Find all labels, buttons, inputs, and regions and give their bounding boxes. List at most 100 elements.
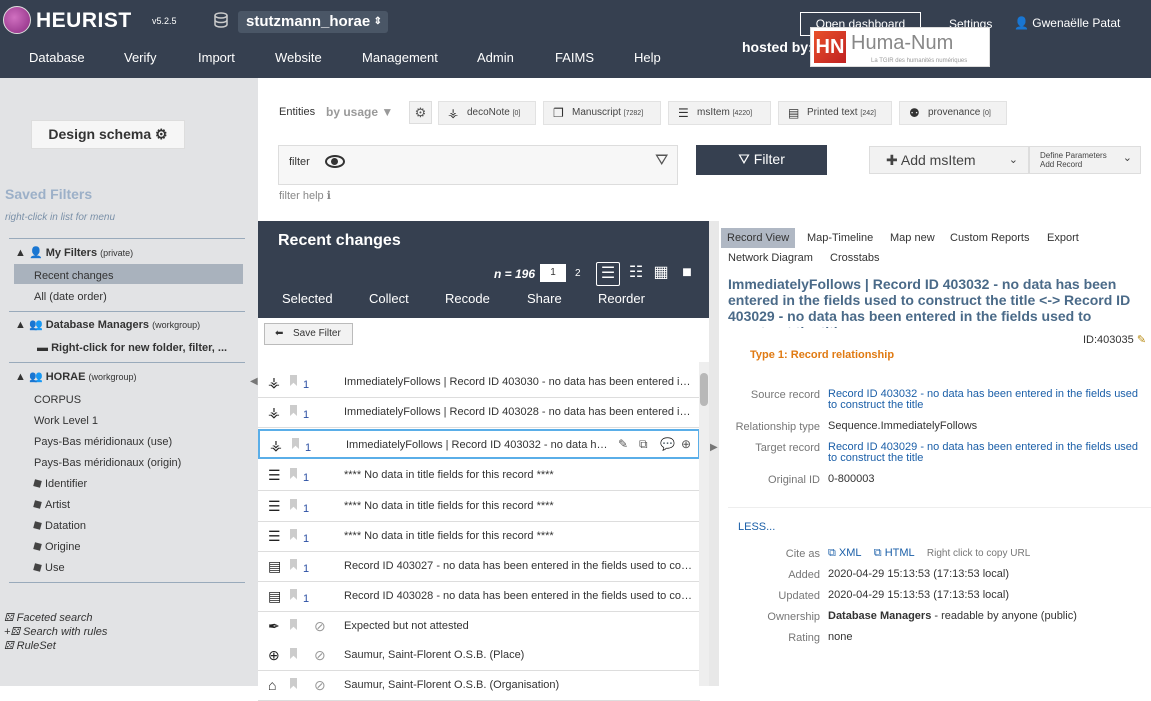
result-row[interactable]: ⌂ ⊘ Saumur, Saint-Florent O.S.B. (Organisa…	[258, 671, 700, 701]
collapse-left-arrow-icon[interactable]: ◀	[250, 376, 258, 387]
filter-all-date-order[interactable]: All (date order)	[34, 291, 107, 303]
bookmark-icon[interactable]	[290, 648, 297, 659]
result-row[interactable]: ▤ 1 Record ID 403028 - no data has been en…	[258, 582, 700, 612]
ruleset-use[interactable]: Use	[33, 562, 65, 574]
tab-network-diagram[interactable]: Network Diagram	[722, 248, 819, 268]
filter-corpus[interactable]: CORPUS	[34, 394, 81, 406]
bookmark-icon[interactable]	[290, 499, 297, 510]
field-value-source[interactable]: Record ID 403032 - no data has been ente…	[828, 389, 1148, 411]
pencil-icon[interactable]: ✎	[1137, 334, 1146, 346]
bookmark-icon[interactable]	[290, 405, 297, 416]
tab-map-new[interactable]: Map new	[884, 228, 941, 248]
result-row[interactable]: ⚶ 1 ImmediatelyFollows | Record ID 403028 …	[258, 398, 700, 428]
filter-help-link[interactable]: filter help ℹ	[279, 189, 331, 202]
bookmark-icon[interactable]	[290, 529, 297, 540]
ruleset-identifier[interactable]: Identifier	[33, 478, 87, 490]
result-row[interactable]: ☰ 1 **** No data in title fields for this …	[258, 492, 700, 522]
save-filter-button[interactable]: ⬅ Save Filter	[264, 323, 353, 345]
entity-settings-button[interactable]: ⚙	[409, 101, 432, 124]
horae-group[interactable]: ▲ 👥 HORAE (workgroup)	[15, 370, 137, 383]
eye-icon[interactable]	[325, 155, 345, 168]
filter-work-level-1[interactable]: Work Level 1	[34, 415, 98, 427]
view-single-icon[interactable]: ■	[675, 262, 699, 286]
view-list-thumb-icon[interactable]: ☷	[624, 262, 648, 286]
bookmark-icon[interactable]	[290, 375, 297, 386]
search-with-rules-link[interactable]: +⚄ Search with rules	[4, 625, 107, 638]
user-menu[interactable]: 👤 Gwenaëlle Patat	[1014, 16, 1120, 30]
nav-database[interactable]: Database	[29, 50, 85, 65]
result-row[interactable]: ⚶ 1 ImmediatelyFollows | Record ID 403030 …	[258, 368, 700, 398]
result-row[interactable]: ☰ 1 **** No data in title fields for this …	[258, 461, 700, 491]
result-row[interactable]: ☰ 1 **** No data in title fields for this …	[258, 522, 700, 552]
tab-map-timeline[interactable]: Map-Timeline	[801, 228, 879, 248]
view-grid-icon[interactable]: ▦	[649, 262, 673, 286]
bookmark-icon[interactable]	[290, 619, 297, 630]
action-selected[interactable]: Selected	[282, 291, 333, 306]
bookmark-icon[interactable]	[290, 468, 297, 479]
bookmark-icon[interactable]	[290, 678, 297, 689]
page-next[interactable]: 2	[575, 268, 581, 279]
nav-website[interactable]: Website	[275, 50, 322, 65]
define-parameters-button[interactable]: Define Parameters Add Record ⌄	[1029, 146, 1141, 174]
less-toggle[interactable]: LESS...	[738, 521, 775, 533]
tab-custom-reports[interactable]: Custom Reports	[944, 228, 1035, 248]
my-filters-group[interactable]: ▲ 👤 My Filters (private)	[15, 246, 133, 259]
add-circle-icon[interactable]: ⊕	[681, 437, 691, 451]
filter-recent-changes[interactable]: Recent changes	[34, 270, 114, 282]
filter-pays-bas-use[interactable]: Pays-Bas méridionaux (use)	[34, 436, 172, 448]
nav-management[interactable]: Management	[362, 50, 438, 65]
funnel-dropdown-icon[interactable]: ⛛	[655, 152, 668, 170]
db-managers-group[interactable]: ▲ 👥 Database Managers (workgroup)	[15, 318, 200, 331]
bookmark-icon[interactable]	[292, 438, 299, 449]
nav-verify[interactable]: Verify	[124, 50, 157, 65]
tab-export[interactable]: Export	[1041, 228, 1085, 248]
nav-import[interactable]: Import	[198, 50, 235, 65]
result-row[interactable]: ⊕ ⊘ Saumur, Saint-Florent O.S.B. (Place)	[258, 641, 700, 671]
humanum-logo[interactable]: HN Huma-Num La TGIR des humanités numéri…	[810, 27, 990, 67]
action-share[interactable]: Share	[527, 291, 562, 306]
results-count: n = 196	[494, 267, 536, 281]
design-schema-button[interactable]: Design schema ⚙	[31, 120, 185, 149]
add-record-button[interactable]: ✚ Add msItem ⌄	[869, 146, 1029, 174]
filter-button[interactable]: ⛛ Filter	[696, 145, 827, 175]
page-current[interactable]: 1	[540, 264, 566, 282]
bookmark-icon[interactable]	[290, 559, 297, 570]
action-recode[interactable]: Recode	[445, 291, 490, 306]
expand-right-arrow-icon[interactable]: ▶	[710, 442, 718, 453]
entity-button-provenance[interactable]: ⚉ provenance [0]	[899, 101, 1007, 125]
entity-button-msitem[interactable]: ☰ msItem [4220]	[668, 101, 771, 125]
nav-faims[interactable]: FAIMS	[555, 50, 594, 65]
result-row[interactable]: ⚶ 1 ImmediatelyFollows | Record ID 403032 …	[258, 429, 700, 459]
xml-link[interactable]: ⧉ XML	[828, 547, 862, 559]
by-usage-dropdown[interactable]: by usage ▼	[326, 105, 393, 119]
view-list-icon[interactable]: ☰	[596, 262, 620, 286]
action-collect[interactable]: Collect	[369, 291, 409, 306]
html-link[interactable]: ⧉ HTML	[874, 547, 915, 559]
results-scrollbar-thumb[interactable]	[700, 373, 708, 406]
database-selector[interactable]: stutzmann_horae ⇕	[238, 11, 388, 33]
comment-icon[interactable]: 💬	[660, 437, 675, 451]
open-window-icon[interactable]: ⧉	[639, 437, 648, 452]
pencil-icon[interactable]: ✎	[618, 437, 628, 451]
results-scrollbar[interactable]	[699, 362, 709, 686]
tab-crosstabs[interactable]: Crosstabs	[824, 248, 886, 268]
result-row[interactable]: ▤ 1 Record ID 403027 - no data has been en…	[258, 552, 700, 582]
filter-pays-bas-origin[interactable]: Pays-Bas méridionaux (origin)	[34, 457, 181, 469]
ruleset-origine[interactable]: Origine	[33, 541, 80, 553]
action-reorder[interactable]: Reorder	[598, 291, 645, 306]
ruleset-link[interactable]: ⚄ RuleSet	[4, 639, 56, 652]
ruleset-artist[interactable]: Artist	[33, 499, 70, 511]
bookmark-icon[interactable]	[290, 589, 297, 600]
entity-button-manuscript[interactable]: ❐ Manuscript [7282]	[543, 101, 661, 125]
db-managers-hint[interactable]: ▬ Right-click for new folder, filter, ..…	[37, 342, 227, 354]
entity-button-deconote[interactable]: ⚶ decoNote [0]	[438, 101, 536, 125]
entity-button-printed-text[interactable]: ▤ Printed text [242]	[778, 101, 892, 125]
tab-record-view[interactable]: Record View	[721, 228, 796, 248]
result-row[interactable]: ✒ ⊘ Expected but not attested	[258, 612, 700, 642]
nav-help[interactable]: Help	[634, 50, 661, 65]
nav-admin[interactable]: Admin	[477, 50, 514, 65]
field-value-target[interactable]: Record ID 403029 - no data has been ente…	[828, 442, 1148, 464]
faceted-search-link[interactable]: ⚄ Faceted search	[4, 611, 92, 624]
panel-splitter[interactable]	[709, 221, 719, 686]
ruleset-datation[interactable]: Datation	[33, 520, 86, 532]
